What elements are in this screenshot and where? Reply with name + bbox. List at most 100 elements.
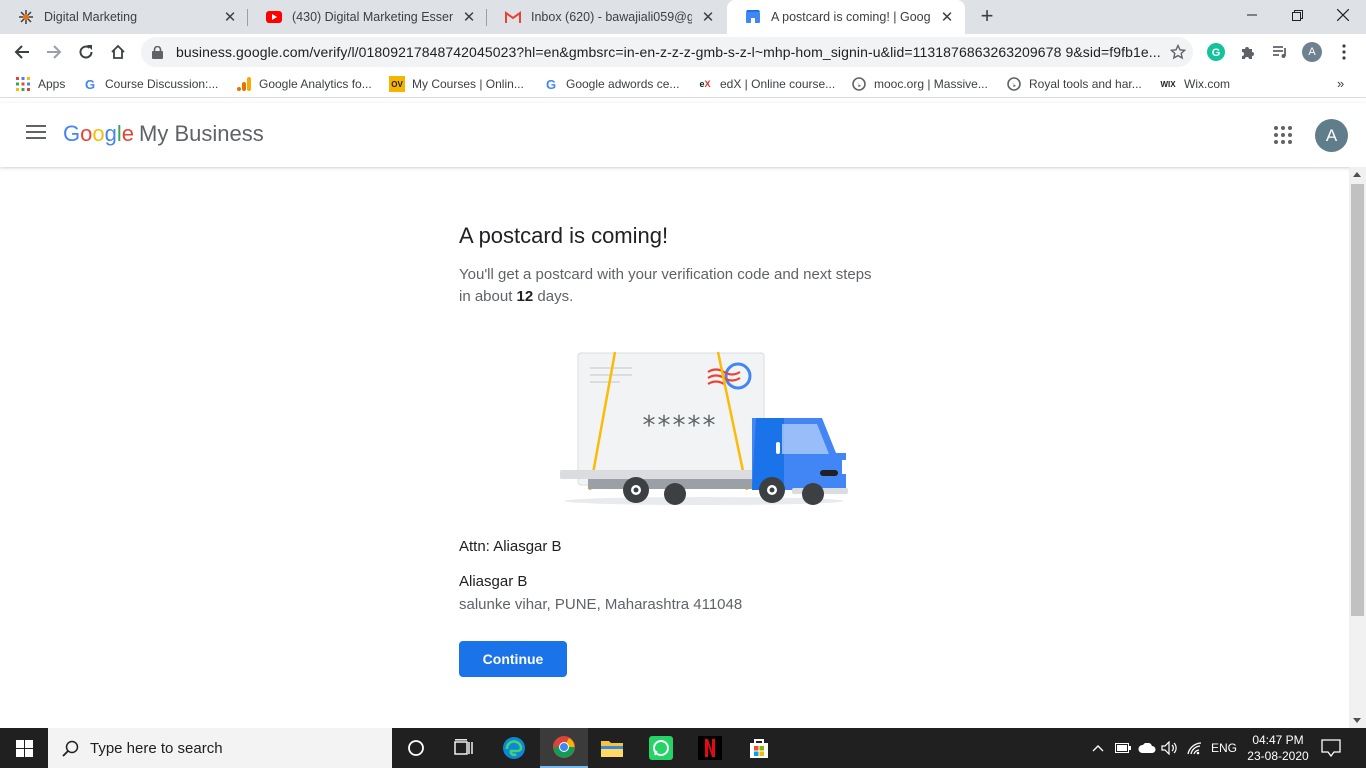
scrollbar-thumb[interactable]	[1351, 184, 1364, 616]
address-bar[interactable]: business.google.com/verify/l/01809217848…	[141, 37, 1193, 67]
tab-digital-marketing[interactable]: Digital Marketing ✕	[0, 0, 248, 34]
bookmark-label: Course Discussion:...	[105, 77, 219, 91]
restore-button[interactable]	[1274, 0, 1320, 30]
address-line: salunke vihar, PUNE, Maharashtra 411048	[459, 596, 743, 613]
reload-button[interactable]	[72, 38, 100, 66]
page-scrollbar[interactable]	[1349, 167, 1366, 728]
whatsapp-icon[interactable]	[637, 728, 685, 768]
battery-icon[interactable]	[1113, 728, 1133, 768]
bookmark-google-analytics[interactable]: Google Analytics fo...	[236, 76, 372, 92]
gmail-icon	[505, 9, 521, 25]
apps-grid-icon	[15, 76, 31, 92]
verification-content: A postcard is coming! You'll get a postc…	[459, 223, 879, 677]
globe-icon	[851, 76, 867, 92]
extensions-puzzle-icon[interactable]	[1237, 41, 1259, 63]
windows-taskbar: Type here to search ENG 04:47 PM 23-08-2	[0, 728, 1366, 768]
attention-line: Attn: Aliasgar B	[459, 538, 562, 555]
profile-initial: A	[1302, 42, 1322, 62]
bookmark-edx[interactable]: eX edX | Online course...	[697, 76, 835, 92]
hamburger-menu-icon[interactable]	[26, 125, 46, 145]
tab-gmail[interactable]: Inbox (620) - bawajiali059@gmail.com ✕	[487, 0, 726, 34]
cortana-icon[interactable]	[392, 728, 440, 768]
new-tab-button[interactable]: +	[975, 5, 999, 29]
url-text[interactable]: business.google.com/verify/l/01809217848…	[176, 44, 1163, 60]
input-language[interactable]: ENG	[1208, 728, 1240, 768]
tab-title: (430) Digital Marketing Essentials	[292, 10, 453, 24]
google-icon: G	[84, 76, 96, 92]
microsoft-store-icon[interactable]	[735, 728, 783, 768]
profile-avatar[interactable]: A	[1301, 41, 1323, 63]
bookmark-label: My Courses | Onlin...	[412, 77, 524, 91]
show-hidden-icons-icon[interactable]	[1090, 728, 1106, 768]
postcard-code: *****	[643, 411, 718, 441]
postcard-truck-illustration: *****	[558, 348, 850, 518]
windows-start-icon[interactable]	[0, 728, 48, 768]
bookmark-label: mooc.org | Massive...	[874, 77, 988, 91]
close-window-button[interactable]	[1320, 0, 1366, 30]
tab-title: Inbox (620) - bawajiali059@gmail.com	[531, 10, 692, 24]
bookmark-google-adwords[interactable]: G Google adwords ce...	[543, 76, 679, 92]
bookmark-apps[interactable]: Apps	[15, 76, 65, 92]
arrow-left-icon	[14, 45, 29, 59]
bookmark-label: Apps	[38, 77, 66, 91]
chrome-taskbar-icon[interactable]	[540, 728, 588, 768]
bookmark-label: Google Analytics fo...	[259, 77, 372, 91]
home-button[interactable]	[104, 38, 132, 66]
bookmark-mooc[interactable]: mooc.org | Massive...	[851, 76, 988, 92]
taskbar-search[interactable]: Type here to search	[48, 728, 392, 768]
grammarly-icon[interactable]: G	[1205, 41, 1227, 63]
subtitle-text-end: days.	[533, 288, 574, 305]
clock-date: 23-08-2020	[1247, 749, 1309, 763]
tab-google-my-business[interactable]: A postcard is coming! | Google My Busine…	[727, 0, 965, 34]
svg-text:G: G	[1212, 47, 1221, 59]
bookmark-star-icon[interactable]	[1163, 44, 1193, 60]
gmb-icon	[745, 9, 761, 25]
bookmark-wix[interactable]: WIX Wix.com	[1159, 76, 1230, 92]
home-icon	[111, 44, 125, 59]
bookmark-course-discussion[interactable]: G Course Discussion:...	[82, 76, 218, 92]
clock-time: 04:47 PM	[1252, 733, 1304, 747]
back-button[interactable]	[8, 38, 36, 66]
netflix-icon[interactable]	[686, 728, 734, 768]
system-clock[interactable]: 04:47 PM 23-08-2020	[1244, 732, 1312, 764]
address-name: Aliasgar B	[459, 573, 528, 590]
reload-icon	[79, 45, 93, 59]
continue-button[interactable]: Continue	[459, 641, 567, 677]
task-view-icon[interactable]	[440, 728, 488, 768]
tab-youtube[interactable]: (430) Digital Marketing Essentials ✕	[248, 0, 487, 34]
page-title: A postcard is coming!	[459, 223, 669, 248]
close-tab-icon[interactable]: ✕	[698, 7, 718, 27]
logo-letter: e	[121, 121, 135, 146]
forward-button[interactable]	[40, 38, 68, 66]
browser-tab-strip: Digital Marketing ✕ (430) Digital Market…	[0, 0, 1366, 34]
close-tab-icon[interactable]: ✕	[937, 7, 957, 27]
chrome-menu-icon[interactable]	[1333, 41, 1355, 63]
file-explorer-icon[interactable]	[588, 728, 636, 768]
ov-icon: OV	[389, 76, 405, 92]
google-apps-icon[interactable]	[1274, 126, 1292, 144]
gmb-header: Google My Business A	[0, 103, 1366, 167]
wifi-icon[interactable]	[1185, 728, 1205, 768]
volume-icon[interactable]	[1160, 728, 1180, 768]
logo-letter: o	[80, 121, 93, 146]
bookmarks-bar: Apps G Course Discussion:... Google Anal…	[0, 70, 1366, 98]
lock-icon	[152, 45, 166, 59]
scroll-up-icon[interactable]	[1353, 172, 1361, 177]
close-tab-icon[interactable]: ✕	[220, 7, 240, 27]
account-avatar[interactable]: A	[1315, 119, 1348, 152]
scroll-down-icon[interactable]	[1353, 718, 1361, 723]
onedrive-cloud-icon[interactable]	[1137, 728, 1157, 768]
logo-letter: G	[63, 121, 81, 146]
close-tab-icon[interactable]: ✕	[459, 7, 479, 27]
bookmark-label: edX | Online course...	[720, 77, 836, 91]
google-icon: G	[545, 76, 557, 92]
bookmark-royal-tools[interactable]: Royal tools and har...	[1006, 76, 1142, 92]
tab-title: A postcard is coming! | Google My Busine…	[771, 10, 931, 24]
edge-icon[interactable]	[490, 728, 538, 768]
notification-icon[interactable]	[1318, 736, 1344, 760]
bookmark-my-courses[interactable]: OV My Courses | Onlin...	[389, 76, 524, 92]
minimize-button[interactable]	[1229, 0, 1275, 30]
bookmarks-overflow-icon[interactable]: »	[1337, 76, 1344, 91]
media-control-icon[interactable]	[1269, 41, 1291, 63]
google-my-business-logo[interactable]: Google My Business	[63, 121, 264, 147]
